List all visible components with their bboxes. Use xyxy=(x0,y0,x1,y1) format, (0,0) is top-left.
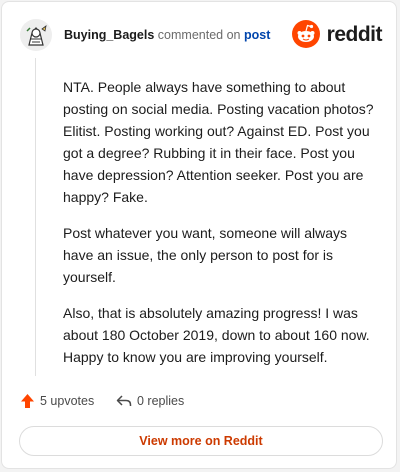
replies-button[interactable]: 0 replies xyxy=(116,392,184,410)
embedded-comment-card: Buying_Bagels commented on post reddit N… xyxy=(1,1,397,469)
comment-paragraph: Post whatever you want, someone will alw… xyxy=(63,225,348,285)
replies-count: 0 replies xyxy=(137,394,185,408)
view-more-button[interactable]: View more on Reddit xyxy=(19,426,383,456)
post-link[interactable]: post xyxy=(244,28,270,42)
username-link[interactable]: Buying_Bagels xyxy=(64,28,154,42)
comment-paragraph: Also, that is absolutely amazing progres… xyxy=(63,305,370,365)
upvotes-count: 5 upvotes xyxy=(40,394,95,408)
upvote-arrow-icon xyxy=(21,394,34,408)
reply-arrow-icon xyxy=(116,395,132,406)
upvotes-button[interactable]: 5 upvotes xyxy=(20,392,94,410)
comment-paragraph: NTA. People always have something to abo… xyxy=(63,79,374,205)
reddit-wordmark: reddit xyxy=(326,23,383,46)
comment-action-text: commented on xyxy=(157,28,241,42)
comment-meta: Buying_Bagels commented on post xyxy=(64,27,270,43)
user-avatar[interactable] xyxy=(20,19,52,51)
comment-header: Buying_Bagels commented on post reddit xyxy=(20,16,383,56)
reddit-logo-icon xyxy=(292,20,320,48)
avatar-illustration-icon xyxy=(20,19,52,51)
thread-line xyxy=(35,58,36,376)
comment-body: NTA. People always have something to abo… xyxy=(63,76,379,382)
